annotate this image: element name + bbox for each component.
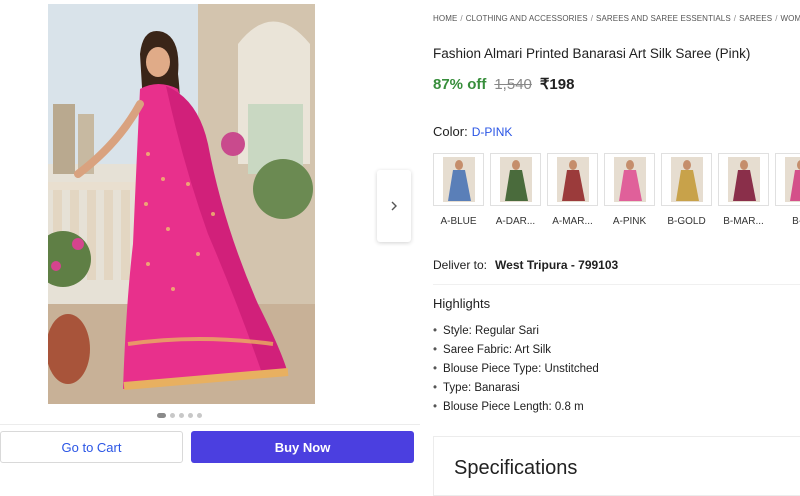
highlights-list: Style: Regular Sari Saree Fabric: Art Si… [433, 322, 599, 417]
saree-thumbnail-icon [785, 157, 800, 202]
original-price: 1,540 [494, 76, 532, 93]
swatch-label: A-PINK [604, 216, 655, 227]
highlight-item: Blouse Piece Type: Unstitched [433, 360, 599, 379]
highlight-item: Type: Banarasi [433, 379, 599, 398]
swatch-label: A-MAR... [547, 216, 598, 227]
swatch-label: A-DAR... [490, 216, 541, 227]
gallery-dot[interactable] [179, 413, 184, 418]
selling-price: ₹198 [540, 75, 575, 93]
buy-now-button[interactable]: Buy Now [191, 431, 414, 463]
saree-thumbnail-icon [614, 157, 646, 202]
saree-thumbnail-icon [671, 157, 703, 202]
breadcrumb-item[interactable]: SAREES AND SAREE ESSENTIALS [596, 14, 731, 23]
discount-percent: 87% off [433, 76, 486, 93]
go-to-cart-button[interactable]: Go to Cart [0, 431, 183, 463]
delivery-row[interactable]: Deliver to: West Tripura - 799103 [433, 258, 618, 272]
swatch-thumbnail [775, 153, 800, 206]
delivery-label: Deliver to: [433, 258, 487, 272]
price-row: 87% off 1,540 ₹198 [433, 75, 574, 93]
divider [433, 284, 800, 285]
breadcrumb: HOME/CLOTHING AND ACCESSORIES/SAREES AND… [433, 14, 800, 23]
product-info: HOME/CLOTHING AND ACCESSORIES/SAREES AND… [433, 0, 800, 479]
gallery-next-button[interactable] [377, 170, 411, 242]
swatch-label: B-MAR... [718, 216, 769, 227]
breadcrumb-separator: / [775, 14, 777, 23]
breadcrumb-item[interactable]: SAREES [739, 14, 772, 23]
color-swatch[interactable]: B-GOLD [661, 153, 712, 227]
color-swatch[interactable]: A-MAR... [547, 153, 598, 227]
swatch-thumbnail [490, 153, 541, 206]
color-swatch[interactable]: B-MAR... [718, 153, 769, 227]
delivery-location[interactable]: West Tripura - 799103 [495, 258, 618, 272]
swatch-thumbnail [547, 153, 598, 206]
swatch-thumbnail [718, 153, 769, 206]
gallery-dot[interactable] [188, 413, 193, 418]
gallery-pagination [157, 413, 202, 418]
breadcrumb-separator: / [591, 14, 593, 23]
swatch-label: A-BLUE [433, 216, 484, 227]
specifications-heading: Specifications [454, 457, 577, 480]
saree-thumbnail-icon [443, 157, 475, 202]
color-label: Color: D-PINK [433, 124, 512, 139]
color-swatch[interactable]: A-PINK [604, 153, 655, 227]
gallery-dot[interactable] [170, 413, 175, 418]
breadcrumb-item[interactable]: WOME [781, 14, 800, 23]
breadcrumb-item[interactable]: HOME [433, 14, 457, 23]
color-swatch[interactable]: A-BLUE [433, 153, 484, 227]
specifications-section[interactable]: Specifications [433, 436, 800, 496]
saree-thumbnail-icon [557, 157, 589, 202]
gallery-dot[interactable] [197, 413, 202, 418]
product-image[interactable] [48, 4, 315, 404]
saree-thumbnail-icon [728, 157, 760, 202]
chevron-right-icon [389, 201, 399, 211]
selected-color: D-PINK [472, 125, 513, 139]
highlight-item: Saree Fabric: Art Silk [433, 341, 599, 360]
breadcrumb-separator: / [460, 14, 462, 23]
breadcrumb-separator: / [734, 14, 736, 23]
swatch-thumbnail [604, 153, 655, 206]
highlight-item: Style: Regular Sari [433, 322, 599, 341]
color-label-text: Color: [433, 124, 468, 139]
swatch-label: B-GOLD [661, 216, 712, 227]
color-swatches: A-BLUE A-DAR... A-MAR... A-PINK B-GOLD [433, 153, 800, 227]
divider [0, 424, 420, 425]
product-title: Fashion Almari Printed Banarasi Art Silk… [433, 46, 750, 61]
color-swatch[interactable]: A-DAR... [490, 153, 541, 227]
swatch-thumbnail [433, 153, 484, 206]
breadcrumb-item[interactable]: CLOTHING AND ACCESSORIES [466, 14, 588, 23]
gallery-dot[interactable] [157, 413, 166, 418]
color-swatch[interactable]: B-P [775, 153, 800, 227]
saree-thumbnail-icon [500, 157, 532, 202]
swatch-label: B-P [775, 216, 800, 227]
highlight-item: Blouse Piece Length: 0.8 m [433, 398, 599, 417]
swatch-thumbnail [661, 153, 712, 206]
product-gallery: Go to Cart Buy Now [0, 0, 420, 479]
highlights-heading: Highlights [433, 296, 490, 311]
